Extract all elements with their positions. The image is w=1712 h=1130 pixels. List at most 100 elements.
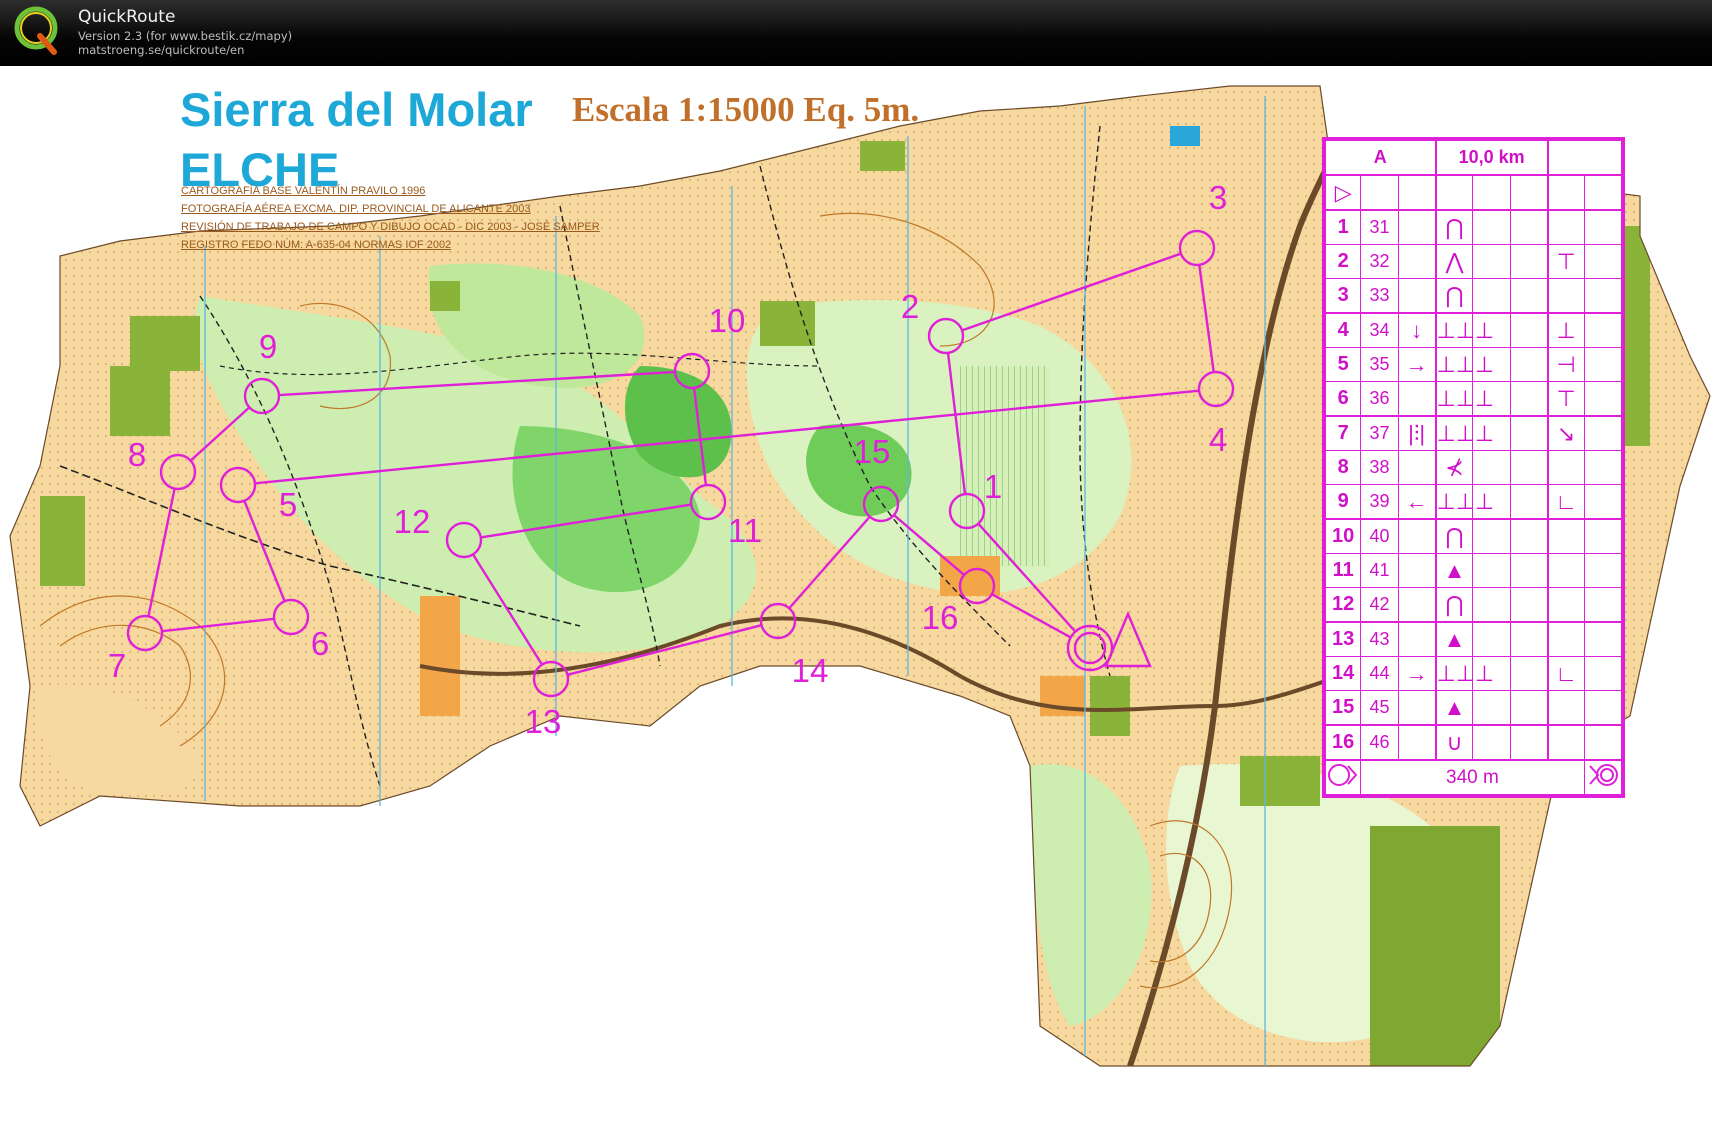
location-symbol-icon xyxy=(1546,209,1585,245)
control-code: 42 xyxy=(1360,587,1399,623)
control-number: 15 xyxy=(1324,690,1362,726)
control-number: 14 xyxy=(1324,656,1362,691)
feature-symbol-icon: ⊀ xyxy=(1434,450,1474,485)
other-info-cell xyxy=(1583,415,1623,451)
appearance-cell xyxy=(1472,450,1511,485)
appearance-cell xyxy=(1472,690,1511,726)
control-number-label: 2 xyxy=(901,288,919,325)
map-credit-1: CARTOGRAFÍA BASE VALENTÍN PRAVILO 1996 xyxy=(181,185,426,197)
control-row: 4 34 ↓ ⊥⊥⊥ ⊥ xyxy=(1324,312,1623,348)
control-number-label: 10 xyxy=(709,302,746,339)
appearance-cell xyxy=(1472,244,1511,279)
feature-symbol-icon: ⊥⊥⊥ xyxy=(1434,381,1494,417)
other-info-cell xyxy=(1583,621,1623,657)
control-code: 36 xyxy=(1360,381,1399,417)
location-symbol-icon: ∟ xyxy=(1546,484,1585,520)
control-row: 8 38 ⊀ xyxy=(1324,450,1623,485)
location-symbol-icon: ⊤ xyxy=(1546,244,1585,279)
control-row: 7 37 |⫶| ⊥⊥⊥ ↘ xyxy=(1324,415,1623,451)
dimension-cell xyxy=(1509,518,1549,554)
feature-symbol-icon: ⋂ xyxy=(1434,518,1474,554)
which-of-similar-icon: ← xyxy=(1397,484,1437,520)
feature-symbol-icon: ⊥⊥⊥ xyxy=(1434,484,1494,520)
start-symbol-icon: ▷ xyxy=(1324,174,1362,211)
other-info-cell xyxy=(1583,587,1623,623)
control-number: 8 xyxy=(1324,450,1362,485)
dimension-cell xyxy=(1509,381,1549,417)
dimension-cell xyxy=(1509,587,1549,623)
control-number: 6 xyxy=(1324,381,1362,417)
location-symbol-icon xyxy=(1546,587,1585,623)
control-row: 12 42 ⋂ xyxy=(1324,587,1623,623)
location-symbol-icon xyxy=(1546,278,1585,314)
control-number: 16 xyxy=(1324,724,1362,761)
control-row: 16 46 ∪ xyxy=(1324,724,1623,761)
which-of-similar-icon xyxy=(1397,690,1437,726)
location-symbol-icon: ⊥ xyxy=(1546,312,1585,348)
control-number-label: 6 xyxy=(311,625,329,662)
quickroute-logo-icon xyxy=(14,6,58,55)
location-symbol-icon xyxy=(1546,553,1585,588)
map-credit-4: REGISTRO FEDO NÚM: A-635-04 NORMAS IOF 2… xyxy=(181,239,452,251)
feature-symbol-icon: ⊥⊥⊥ xyxy=(1434,656,1494,691)
finish-circle-icon xyxy=(1583,759,1623,795)
location-symbol-icon: ⊣ xyxy=(1546,347,1585,382)
which-of-similar-icon: → xyxy=(1397,347,1437,382)
dimension-cell xyxy=(1509,690,1549,726)
dimension-cell xyxy=(1509,347,1549,382)
which-of-similar-icon xyxy=(1397,209,1437,245)
finish-row: 340 m xyxy=(1324,759,1623,795)
course-name: A xyxy=(1324,140,1437,176)
control-number: 7 xyxy=(1324,415,1362,451)
control-row: 6 36 ⊥⊥⊥ ⊤ xyxy=(1324,381,1623,417)
appearance-cell xyxy=(1472,587,1511,623)
location-symbol-icon xyxy=(1546,450,1585,485)
dimension-cell xyxy=(1509,553,1549,588)
feature-symbol-icon: ⋂ xyxy=(1434,278,1474,314)
other-info-cell xyxy=(1583,278,1623,314)
start-cell xyxy=(1583,174,1623,211)
control-row: 13 43 ▲ xyxy=(1324,621,1623,657)
control-number-label: 15 xyxy=(854,433,891,470)
location-symbol-icon xyxy=(1546,621,1585,657)
feature-symbol-icon: ⊥⊥⊥ xyxy=(1434,415,1494,451)
appearance-cell xyxy=(1472,518,1511,554)
finish-start-icon xyxy=(1324,759,1362,795)
control-code: 35 xyxy=(1360,347,1399,382)
control-number-label: 13 xyxy=(525,703,562,740)
dimension-cell xyxy=(1509,724,1549,761)
which-of-similar-icon xyxy=(1397,621,1437,657)
control-row: 11 41 ▲ xyxy=(1324,553,1623,588)
feature-symbol-icon: ⊥⊥⊥ xyxy=(1434,312,1494,348)
control-number: 2 xyxy=(1324,244,1362,279)
app-title-bar: QuickRoute Version 2.3 (for www.bestik.c… xyxy=(0,0,1712,66)
control-number: 4 xyxy=(1324,312,1362,348)
which-of-similar-icon xyxy=(1397,278,1437,314)
other-info-cell xyxy=(1583,381,1623,417)
dimension-cell xyxy=(1509,484,1549,520)
control-row: 1 31 ⋂ xyxy=(1324,209,1623,245)
which-of-similar-icon xyxy=(1397,450,1437,485)
control-code: 39 xyxy=(1360,484,1399,520)
map-viewport[interactable]: 1 2 3 4 5 6 7 8 9 10 11 12 13 14 15 16 Sierra del Molar… xyxy=(0,66,1712,1130)
other-info-cell xyxy=(1583,518,1623,554)
map-credit-2: FOTOGRAFÍA AÉREA EXCMA. DIP. PROVINCIAL … xyxy=(181,203,531,215)
control-row: 9 39 ← ⊥⊥⊥ ∟ xyxy=(1324,484,1623,520)
start-cell xyxy=(1546,174,1585,211)
course-length: 10,0 km xyxy=(1434,140,1549,176)
start-cell xyxy=(1360,174,1399,211)
map-credit-3: REVISIÓN DE TRABAJO DE CAMPO Y DIBUJO OC… xyxy=(181,221,600,233)
control-number-label: 16 xyxy=(922,599,959,636)
dimension-cell xyxy=(1509,209,1549,245)
appearance-cell xyxy=(1472,553,1511,588)
control-row: 2 32 ⋀ ⊤ xyxy=(1324,244,1623,279)
start-cell xyxy=(1434,174,1474,211)
control-number: 10 xyxy=(1324,518,1362,554)
dimension-cell xyxy=(1509,621,1549,657)
start-cell xyxy=(1509,174,1549,211)
location-symbol-icon: ⊤ xyxy=(1546,381,1585,417)
other-info-cell xyxy=(1583,484,1623,520)
control-code: 46 xyxy=(1360,724,1399,761)
location-symbol-icon: ↘ xyxy=(1546,415,1585,451)
control-number-label: 11 xyxy=(728,512,762,549)
